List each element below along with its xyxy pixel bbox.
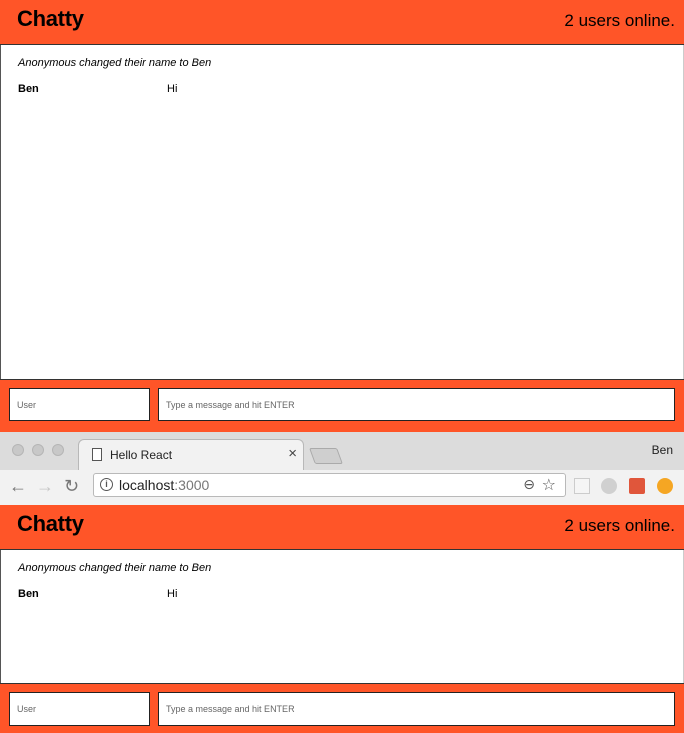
navbar: Chatty 2 users online. [0,0,684,45]
back-arrow-icon[interactable]: ← [9,476,27,496]
message-content: Hi [167,83,178,95]
message-input[interactable] [158,692,675,726]
chatty-app-bottom: Chatty 2 users online. Anonymous changed… [0,505,684,733]
message-username: Ben [18,83,39,95]
chatbar [0,683,684,733]
new-tab-button[interactable] [309,448,343,464]
extension-icon[interactable] [657,478,673,494]
username-input[interactable] [9,692,150,726]
extension-icon[interactable] [601,478,617,494]
message-list: Anonymous changed their name to Ben Ben … [0,45,684,379]
star-icon[interactable]: ☆ [542,475,556,495]
chatty-app-top: Chatty 2 users online. Anonymous changed… [0,0,684,433]
forward-arrow-icon[interactable]: → [36,476,54,496]
message-list: Anonymous changed their name to Ben Ben … [0,550,684,683]
tab-title: Hello React [110,448,173,462]
username-input[interactable] [9,388,150,421]
minimize-window-icon[interactable] [32,444,44,456]
brand-title[interactable]: Chatty [17,511,84,537]
browser-chrome: Hello React × Ben ← → ↻ i localhost:3000… [0,432,684,505]
extension-icon[interactable] [574,478,590,494]
message-username: Ben [18,588,39,600]
close-window-icon[interactable] [12,444,24,456]
url-host: localhost [119,477,175,493]
profile-name[interactable]: Ben [652,443,673,457]
system-message: Anonymous changed their name to Ben [18,562,212,574]
navbar: Chatty 2 users online. [0,505,684,550]
zoom-out-icon[interactable]: ⊖ [523,476,535,493]
message-input[interactable] [158,388,675,421]
brand-title[interactable]: Chatty [17,6,84,32]
browser-toolbar: ← → ↻ i localhost:3000 ⊖ ☆ [0,470,684,505]
page-icon [92,448,102,461]
reload-icon[interactable]: ↻ [64,476,79,496]
address-bar[interactable]: i localhost:3000 ⊖ ☆ [93,473,566,497]
system-message: Anonymous changed their name to Ben [18,57,212,69]
url-text[interactable]: localhost:3000 [119,477,209,493]
message-content: Hi [167,588,178,600]
users-online-count: 2 users online. [564,11,675,30]
tab-close-icon[interactable]: × [288,445,297,462]
tab-strip: Hello React × Ben [0,432,684,470]
extension-icon[interactable] [629,478,645,494]
tab-hello-react[interactable]: Hello React × [78,439,304,470]
users-online-count: 2 users online. [564,516,675,535]
info-icon[interactable]: i [100,478,113,491]
chatbar [0,379,684,433]
maximize-window-icon[interactable] [52,444,64,456]
url-port: :3000 [174,477,210,493]
